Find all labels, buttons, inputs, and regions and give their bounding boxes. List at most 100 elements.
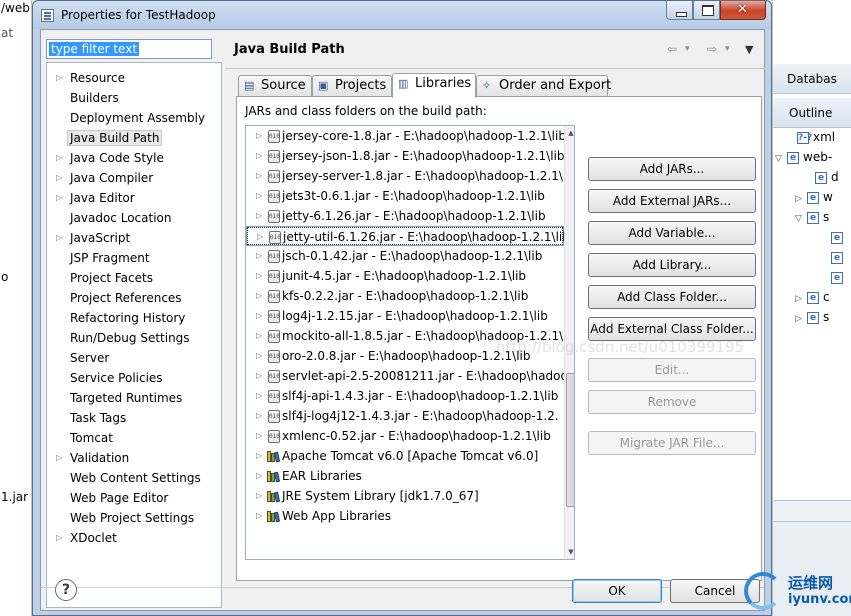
- jar-entry[interactable]: ▷ 010 jets3t-0.6.1.jar - E:\hadoop\hadoop-…: [246, 186, 564, 206]
- vertical-scrollbar[interactable]: ▲ ▼: [564, 126, 574, 559]
- ok-button[interactable]: OK: [572, 579, 662, 603]
- jar-entry[interactable]: ▷ 010 xmlenc-0.52.jar - E:\hadoop\hadoop-1…: [246, 426, 564, 446]
- jar-entry[interactable]: ▷ 010 junit-4.5.jar - E:\hadoop\hadoop-1.2…: [246, 266, 564, 286]
- jar-entry[interactable]: ▷ 010 log4j-1.2.15.jar - E:\hadoop\hadoop-…: [246, 306, 564, 326]
- twisty-icon[interactable]: ▷: [795, 294, 805, 304]
- expand-arrow-icon[interactable]: ▷: [256, 246, 262, 266]
- expand-arrow-icon[interactable]: ▷: [256, 326, 262, 346]
- add-external-jars-button[interactable]: Add External JARs...: [588, 189, 756, 213]
- tree-item-java-build-path[interactable]: Java Build Path: [47, 129, 163, 147]
- expand-arrow-icon[interactable]: ▷: [256, 286, 262, 306]
- outline-item[interactable]: ▷ e c: [795, 290, 830, 304]
- expand-arrow-icon[interactable]: ▷: [56, 69, 66, 87]
- jar-entry[interactable]: ▷ 010 jetty-util-6.1.26.jar - E:\hadoop\ha…: [246, 226, 570, 247]
- tree-item-resource[interactable]: ▷ Resource: [47, 69, 125, 87]
- libraries-list[interactable]: ▷ 010 jersey-core-1.8.jar - E:\hadoop\hado…: [245, 125, 575, 560]
- expand-arrow-icon[interactable]: ▷: [256, 266, 262, 286]
- forward-arrow-icon[interactable]: ⇨: [707, 42, 717, 56]
- expand-arrow-icon[interactable]: ▷: [257, 227, 263, 247]
- outline-item[interactable]: e: [819, 230, 847, 244]
- tree-item-project-facets[interactable]: Project Facets: [47, 269, 153, 287]
- expand-arrow-icon[interactable]: ▷: [56, 449, 66, 467]
- title-bar[interactable]: Properties for TestHadoop: [33, 1, 771, 29]
- tree-item-java-code-style[interactable]: ▷ Java Code Style: [47, 149, 164, 167]
- outline-view-tab[interactable]: Outline: [773, 98, 851, 128]
- tree-item-web-project-settings[interactable]: Web Project Settings: [47, 509, 194, 527]
- tree-item-javadoc-location[interactable]: Javadoc Location: [47, 209, 171, 227]
- outline-item[interactable]: e: [819, 250, 847, 264]
- help-icon[interactable]: ?: [55, 579, 77, 601]
- jar-entry[interactable]: ▷ 010 slf4j-api-1.4.3.jar - E:\hadoop\hado…: [246, 386, 564, 406]
- remove-button[interactable]: Remove: [588, 390, 756, 414]
- expand-arrow-icon[interactable]: ▷: [256, 426, 262, 446]
- outline-item[interactable]: e: [819, 270, 847, 284]
- jar-entry[interactable]: ▷ 010 servlet-api-2.5-20081211.jar - E:\ha…: [246, 366, 568, 386]
- expand-arrow-icon[interactable]: ▷: [56, 149, 66, 167]
- expand-arrow-icon[interactable]: ▷: [256, 466, 262, 486]
- tree-item-web-page-editor[interactable]: Web Page Editor: [47, 489, 168, 507]
- databases-view-tab[interactable]: Databas: [773, 64, 851, 94]
- tree-item-refactoring-history[interactable]: Refactoring History: [47, 309, 185, 327]
- add-class-folder-button[interactable]: Add Class Folder...: [588, 285, 756, 309]
- jar-entry[interactable]: ▷ 010 jersey-core-1.8.jar - E:\hadoop\hado…: [246, 126, 566, 146]
- tree-item-service-policies[interactable]: Service Policies: [47, 369, 163, 387]
- tree-item-jsp-fragment[interactable]: JSP Fragment: [47, 249, 150, 267]
- outline-item[interactable]: ▽ e web-: [775, 150, 832, 164]
- expand-arrow-icon[interactable]: ▷: [56, 529, 66, 547]
- minimize-button[interactable]: [666, 1, 693, 20]
- tree-item-java-editor[interactable]: ▷ Java Editor: [47, 189, 135, 207]
- tree-item-java-compiler[interactable]: ▷ Java Compiler: [47, 169, 153, 187]
- expand-arrow-icon[interactable]: ▷: [256, 346, 262, 366]
- outline-item[interactable]: ed: [803, 170, 839, 184]
- expand-arrow-icon[interactable]: ▷: [56, 169, 66, 187]
- tab-order-and-export[interactable]: ✧ Order and Export: [476, 75, 611, 97]
- outline-item[interactable]: ▷ e s: [795, 310, 829, 324]
- back-menu-icon[interactable]: ▾: [685, 44, 690, 54]
- forward-menu-icon[interactable]: ▾: [725, 44, 730, 54]
- tab-libraries[interactable]: ▥ Libraries: [392, 73, 476, 98]
- maximize-button[interactable]: [693, 1, 720, 20]
- tree-item-tomcat[interactable]: Tomcat: [47, 429, 113, 447]
- expand-arrow-icon[interactable]: ▷: [56, 189, 66, 207]
- tree-item-server[interactable]: Server: [47, 349, 109, 367]
- tree-item-builders[interactable]: Builders: [47, 89, 119, 107]
- tree-item-web-content-settings[interactable]: Web Content Settings: [47, 469, 201, 487]
- add-external-class-folder-button[interactable]: Add External Class Folder...: [588, 317, 756, 341]
- expand-arrow-icon[interactable]: ▷: [256, 126, 262, 146]
- migrate-jar-file-button[interactable]: Migrate JAR File...: [588, 431, 756, 455]
- close-button[interactable]: [720, 1, 766, 20]
- jar-entry[interactable]: ▷ 010 jetty-6.1.26.jar - E:\hadoop\hadoop-…: [246, 206, 564, 226]
- expand-arrow-icon[interactable]: ▷: [256, 506, 262, 526]
- tree-item-xdoclet[interactable]: ▷ XDoclet: [47, 529, 117, 547]
- tree-item-project-references[interactable]: Project References: [47, 289, 182, 307]
- edit-button[interactable]: Edit...: [588, 358, 756, 382]
- library-entry[interactable]: ▷ Apache Tomcat v6.0 [Apache Tomcat v6.0]: [246, 446, 564, 466]
- tab-source[interactable]: ▤ Source: [238, 75, 312, 97]
- scroll-thumb[interactable]: [566, 373, 574, 507]
- jar-entry[interactable]: ▷ 010 kfs-0.2.2.jar - E:\hadoop\hadoop-1.2…: [246, 286, 564, 306]
- library-entry[interactable]: ▷ EAR Libraries: [246, 466, 564, 486]
- expand-arrow-icon[interactable]: ▷: [56, 229, 66, 247]
- tree-item-run-debug-settings[interactable]: Run/Debug Settings: [47, 329, 190, 347]
- expand-arrow-icon[interactable]: ▷: [256, 146, 262, 166]
- jar-entry[interactable]: ▷ 010 jersey-json-1.8.jar - E:\hadoop\hado…: [246, 146, 565, 166]
- jar-entry[interactable]: ▷ 010 slf4j-log4j12-1.4.3.jar - E:\hadoop\…: [246, 406, 564, 426]
- expand-arrow-icon[interactable]: ▷: [256, 186, 262, 206]
- scroll-down-icon[interactable]: ▼: [565, 545, 574, 559]
- expand-arrow-icon[interactable]: ▷: [256, 446, 262, 466]
- twisty-icon[interactable]: ▽: [775, 154, 785, 164]
- tree-item-targeted-runtimes[interactable]: Targeted Runtimes: [47, 389, 182, 407]
- twisty-icon[interactable]: ▷: [795, 194, 805, 204]
- back-arrow-icon[interactable]: ⇦: [667, 42, 677, 56]
- expand-arrow-icon[interactable]: ▷: [256, 406, 262, 426]
- expand-arrow-icon[interactable]: ▷: [256, 306, 262, 326]
- view-menu-icon[interactable]: ▼: [745, 43, 753, 56]
- jar-entry[interactable]: ▷ 010 oro-2.0.8.jar - E:\hadoop\hadoop-1.2…: [246, 346, 564, 366]
- tree-item-javascript[interactable]: ▷ JavaScript: [47, 229, 130, 247]
- scroll-up-icon[interactable]: ▲: [565, 126, 574, 140]
- add-jars-button[interactable]: Add JARs...: [588, 157, 756, 181]
- jar-entry[interactable]: ▷ 010 jersey-server-1.8.jar - E:\hadoop\ha…: [246, 166, 564, 186]
- tab-projects[interactable]: ▣ Projects: [312, 75, 392, 97]
- outline-item[interactable]: ?-?xml: [785, 130, 835, 144]
- expand-arrow-icon[interactable]: ▷: [256, 206, 262, 226]
